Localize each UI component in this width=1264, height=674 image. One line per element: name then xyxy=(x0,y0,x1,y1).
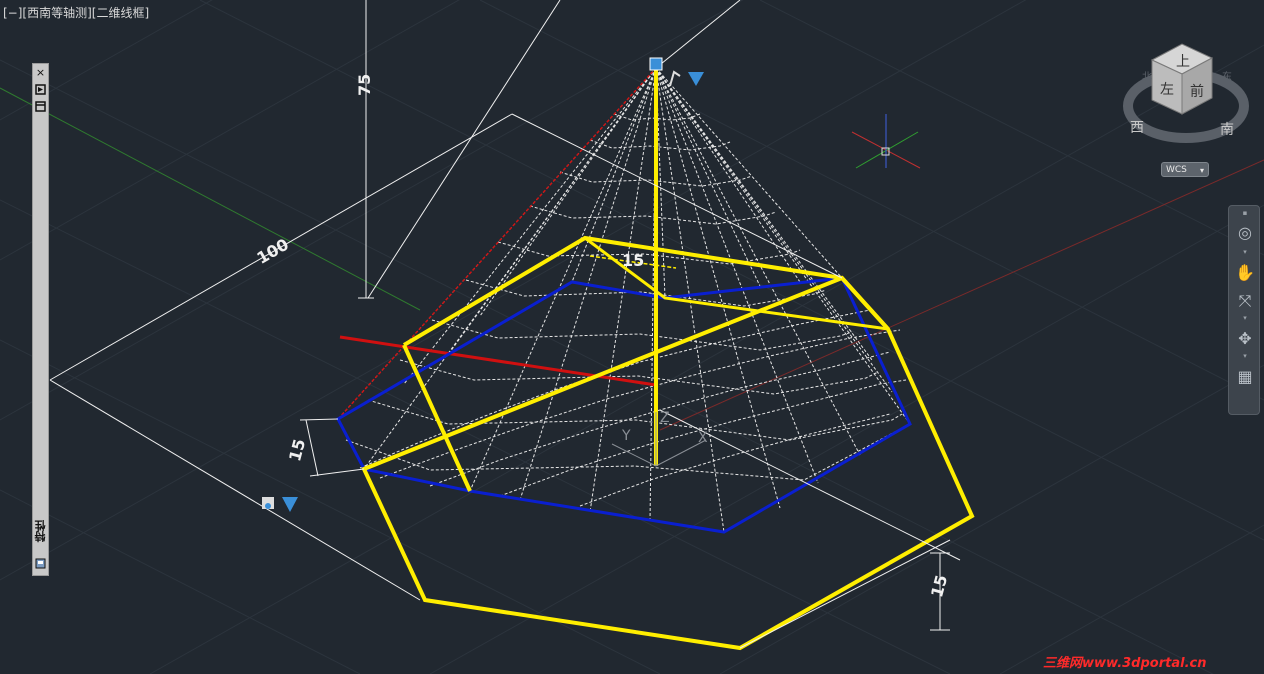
compass-south[interactable]: 南 xyxy=(1220,122,1234,138)
compass-north[interactable]: 北 xyxy=(1142,71,1152,83)
compass-west[interactable]: 西 xyxy=(1130,120,1144,136)
drawing-viewport[interactable]: 75 100 15 15 15 Z Y X 上 左 前 西 南 北 东 xyxy=(0,0,1264,674)
chevron-down-icon[interactable]: ▾ xyxy=(1241,352,1249,360)
viewcube-left[interactable]: 左 xyxy=(1160,82,1174,98)
properties-palette[interactable]: × 特性 xyxy=(32,63,49,576)
pan-hand-icon[interactable]: ✋ xyxy=(1234,262,1256,284)
green-axis-line xyxy=(0,87,421,311)
dim-bottom-15: 15 xyxy=(927,573,951,599)
navbar-close-icon[interactable]: ▪ xyxy=(1241,209,1249,217)
axis-label-z: Z xyxy=(660,410,670,426)
wireframe-surface xyxy=(337,67,911,533)
dimension-lines xyxy=(49,0,961,649)
blue-offset-polygon[interactable] xyxy=(336,276,912,534)
orbit-icon[interactable]: ✥ xyxy=(1234,328,1256,350)
wcs-label: WCS xyxy=(1166,165,1187,175)
palette-properties-icon[interactable] xyxy=(35,101,46,112)
dim-left-15: 15 xyxy=(285,437,309,463)
palette-close-icon[interactable]: × xyxy=(35,67,46,78)
zoom-extents-icon[interactable]: ⤧ xyxy=(1234,290,1256,312)
wcs-menu-button[interactable]: WCS ▾ xyxy=(1161,162,1209,177)
viewcube-top[interactable]: 上 xyxy=(1176,54,1190,70)
watermark: 三维网www.3dportal.cn xyxy=(1043,656,1207,671)
axis-label-y: Y xyxy=(621,428,631,444)
dim-height-75: 75 xyxy=(355,74,374,96)
yellow-left-edge[interactable] xyxy=(402,344,472,492)
top-grip-point[interactable] xyxy=(649,57,663,71)
palette-title: 特性 xyxy=(34,520,47,542)
steering-wheel-icon[interactable]: ◎ xyxy=(1234,222,1256,244)
palette-settings-icon[interactable] xyxy=(35,558,46,569)
chevron-down-icon[interactable]: ▾ xyxy=(1241,314,1249,322)
axis-label-x: X xyxy=(698,430,708,446)
showmotion-icon[interactable]: ▦ xyxy=(1234,366,1256,388)
compass-east[interactable]: 东 xyxy=(1222,70,1232,83)
yellow-top-polygon[interactable] xyxy=(402,235,890,347)
viewcube-front[interactable]: 前 xyxy=(1190,83,1204,100)
chevron-down-icon: ▾ xyxy=(1199,166,1204,175)
chevron-down-icon[interactable]: ▾ xyxy=(1241,248,1249,256)
crosshair-icon xyxy=(851,114,921,169)
viewport-controls-label[interactable]: [−][西南等轴测][二维线框] xyxy=(3,4,149,21)
palette-autohide-icon[interactable] xyxy=(35,84,46,95)
dim-inner-15: 15 xyxy=(622,251,644,270)
navigation-bar[interactable]: ▪ ◎ ▾ ✋ ⤧ ▾ ✥ ▾ ▦ xyxy=(1228,205,1260,415)
grip-menu-icon[interactable] xyxy=(669,70,704,87)
